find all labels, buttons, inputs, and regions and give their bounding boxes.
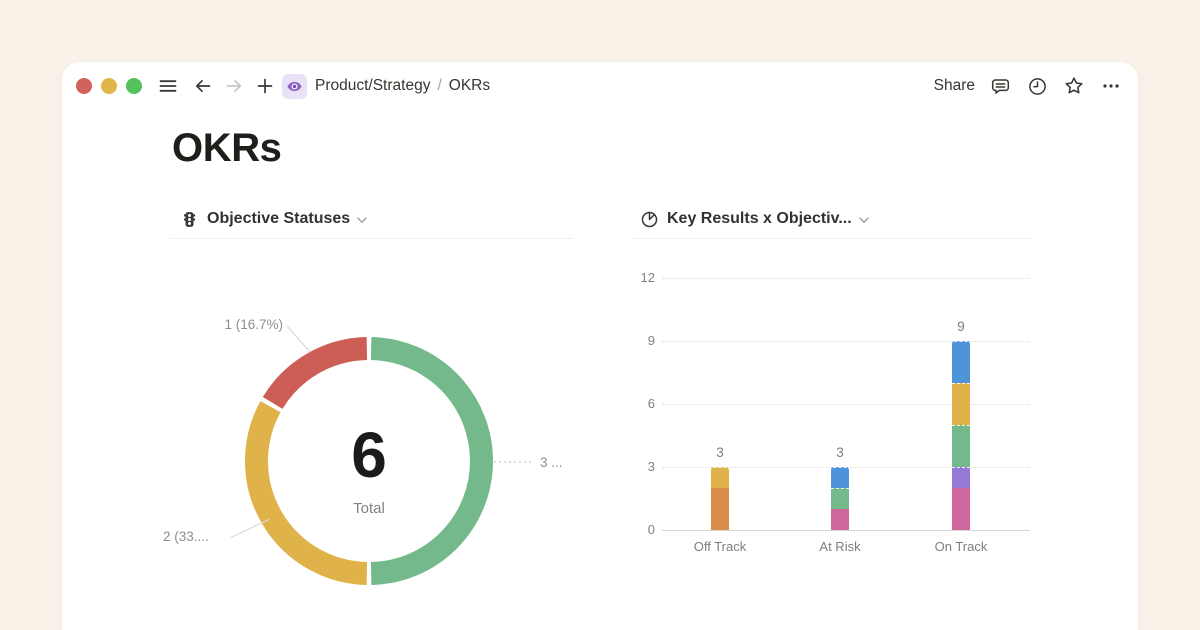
- chevron-down-icon[interactable]: [859, 217, 869, 224]
- bar-card-divider: [630, 238, 1032, 239]
- comments-button[interactable]: [989, 74, 1011, 98]
- more-button[interactable]: [1100, 74, 1122, 98]
- donut-chart-header[interactable]: Objective Statuses: [180, 206, 573, 232]
- pie-chart-icon: [640, 210, 659, 229]
- notion-window: Product/Strategy / OKRs Share: [62, 62, 1138, 630]
- bar-segment-green: [831, 488, 849, 509]
- bar-chart-plot: 0 3 6 9 12 3 Off Track 3 At Risk 9 On Track: [630, 247, 1032, 630]
- breadcrumb[interactable]: Product/Strategy / OKRs: [282, 74, 490, 99]
- star-icon: [1063, 75, 1085, 97]
- bar-segment-yellow: [711, 467, 729, 488]
- donut-segment-red: [273, 349, 367, 403]
- back-arrow-icon: [193, 76, 213, 96]
- bar-segment-purple: [952, 467, 970, 488]
- callout-line: [287, 326, 310, 352]
- back-button[interactable]: [192, 74, 214, 98]
- gridline: [662, 404, 1030, 405]
- y-axis-tick-label: 0: [630, 522, 655, 537]
- bar-chart-header[interactable]: Key Results x Objectiv...: [640, 206, 1032, 232]
- comment-icon: [990, 76, 1011, 97]
- forward-button[interactable]: [223, 74, 245, 98]
- donut-chart: 1 (16.7%) 2 (33.... 3 ... 6 Total: [150, 247, 573, 630]
- callout-line: [230, 519, 270, 538]
- close-button[interactable]: [76, 78, 92, 94]
- gridline: [662, 278, 1030, 279]
- donut-svg: [150, 247, 573, 630]
- bar-segment-yellow: [952, 383, 970, 425]
- y-axis-tick-label: 3: [630, 459, 655, 474]
- traffic-light-icon: [180, 210, 199, 229]
- donut-chart-title: Objective Statuses: [207, 210, 350, 228]
- y-axis-tick-label: 9: [630, 333, 655, 348]
- x-axis-category-label: Off Track: [675, 539, 765, 554]
- hamburger-icon: [158, 76, 178, 96]
- x-axis-category-label: On Track: [916, 539, 1006, 554]
- breadcrumb-current[interactable]: OKRs: [449, 77, 490, 95]
- minimize-button[interactable]: [101, 78, 117, 94]
- bar-segment-blue: [831, 467, 849, 488]
- breadcrumb-separator: /: [437, 77, 441, 95]
- updates-button[interactable]: [1026, 74, 1048, 98]
- new-page-button[interactable]: [254, 74, 276, 98]
- eye-icon: [286, 78, 303, 95]
- bar-total-label: 9: [941, 319, 981, 334]
- donut-callout-yellow: 2 (33....: [163, 529, 209, 544]
- y-axis-tick-label: 6: [630, 396, 655, 411]
- y-axis-tick-label: 12: [630, 270, 655, 285]
- chevron-down-icon[interactable]: [357, 217, 367, 224]
- donut-segment-green: [371, 349, 481, 574]
- donut-callout-green: 3 ...: [540, 455, 563, 470]
- clock-icon: [1027, 76, 1048, 97]
- bar-chart-title: Key Results x Objectiv...: [667, 210, 852, 228]
- donut-segment-yellow: [257, 407, 367, 574]
- bar-segment-blue: [952, 341, 970, 383]
- page-title: OKRs: [172, 126, 282, 171]
- page-icon-badge: [282, 74, 307, 99]
- plus-icon: [255, 76, 275, 96]
- bar-total-label: 3: [700, 445, 740, 460]
- breadcrumb-path[interactable]: Product/Strategy: [315, 77, 430, 95]
- bar-segment-orange: [711, 488, 729, 530]
- topbar: Product/Strategy / OKRs Share: [62, 62, 1138, 110]
- ellipsis-icon: [1101, 76, 1121, 96]
- bar-segment-pink: [952, 488, 970, 530]
- bar-segment-green: [952, 425, 970, 467]
- gridline: [662, 341, 1030, 342]
- sidebar-menu-button[interactable]: [157, 74, 179, 98]
- bar-total-label: 3: [820, 445, 860, 460]
- bar-segment-pink: [831, 509, 849, 530]
- x-axis-category-label: At Risk: [795, 539, 885, 554]
- favorite-button[interactable]: [1063, 74, 1085, 98]
- forward-arrow-icon: [224, 76, 244, 96]
- share-button[interactable]: Share: [934, 77, 975, 95]
- donut-card-divider: [170, 238, 573, 239]
- donut-callout-red: 1 (16.7%): [180, 317, 283, 332]
- fullscreen-button[interactable]: [126, 78, 142, 94]
- x-axis-line: [662, 530, 1030, 531]
- topbar-actions: [989, 74, 1122, 98]
